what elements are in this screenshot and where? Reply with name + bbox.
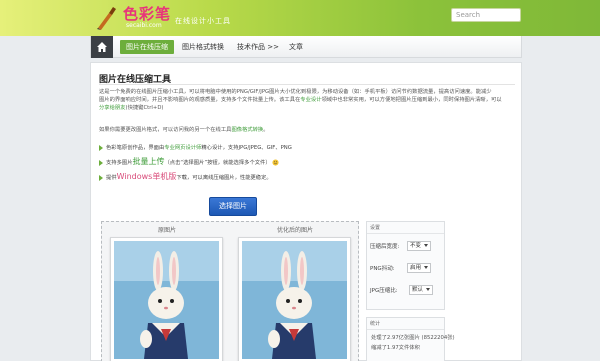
rabbit-photo [114,241,219,359]
site-logo[interactable]: 色彩笔 secaibi.com 在线设计小工具 [95,2,265,34]
nav-item-articles[interactable]: 文章 [289,41,303,54]
width-setting-label: 压缩后宽度: [370,244,400,250]
intro-text-1: 这是一个免费的在线图片压缩小工具，可以将电脑中使用的PNG/GIF/JPG图片大… [99,89,492,95]
bullet-icon [99,174,103,181]
feature-text: （点击“选择图片”按钮，就能选择多个文件） [164,160,271,166]
stats-title: 统计 [367,318,444,330]
bullet-icon [99,159,103,166]
convert-paragraph: 如果你需要更改图片格式，可以访问我的另一个在线工具图像格式转换。 [99,126,515,134]
image-compare-area: 原图片 优化后的图片 [101,221,359,361]
width-select[interactable]: 不变 [407,241,432,251]
original-image [110,237,223,361]
intro-paragraph: 这是一个免费的在线图片压缩小工具，可以将电脑中使用的PNG/GIF/JPG图片大… [99,88,515,112]
chevron-down-icon [424,266,429,269]
feature-text: 支持多图片 [106,160,133,166]
settings-title: 设置 [367,222,444,234]
logo-name: 色彩笔 [123,5,172,23]
intro-text-2c: 领域中也非常实用，可以方便地把图片压缩到最小，同时保持图片清晰，可以 [321,97,502,103]
settings-box: 设置 压缩后宽度: 不变 PNG抖动: 启用 JPG压缩比: 默认 [366,221,445,310]
nav-item-compress[interactable]: 图片在线压缩 [120,40,174,54]
width-select-value: 不变 [410,243,422,249]
logo-domain: secaibi.com [126,22,162,29]
stats-box: 统计 处理了2.97亿张图片 (8522204张) 缩减了1.97文件体积 [366,317,455,361]
windows-download-link[interactable]: Windows单机版 [117,172,177,181]
logo-tagline: 在线设计小工具 [175,17,231,25]
nav-item-works[interactable]: 技术作品 >> [237,41,279,54]
convert-text-end: 。 [263,127,269,133]
convert-link[interactable]: 图像格式转换 [231,127,263,133]
designer-link[interactable]: 专业网页设计师 [164,145,201,151]
stats-line: 处理了2.97亿张图片 (8522204张) [371,335,455,341]
bullet-icon [99,144,103,151]
feature-text: 精心设计，支持JPG/JPEG、GIF、PNG [201,145,292,151]
search-input[interactable]: Search [451,8,521,22]
png-dither-value: 启用 [410,265,422,271]
optimized-image [238,237,351,361]
home-icon [97,42,107,52]
jpg-ratio-label: JPG压缩比: [370,288,398,294]
header-banner: 色彩笔 secaibi.com 在线设计小工具 Search [0,0,600,36]
intro-text-2: 图片的界面响应时间，并且不影响图片的观感质量，支持多个文件批量上传。该工具在 [99,97,301,103]
intro-link-design[interactable]: 专业设计 [300,97,321,103]
smile-icon [272,159,279,166]
png-dither-select[interactable]: 启用 [407,263,432,273]
content-panel: 图片在线压缩工具 这是一个免费的在线图片压缩小工具，可以将电脑中使用的PNG/G… [90,62,522,361]
select-image-button[interactable]: 选择图片 [209,197,257,216]
original-image-label: 原图片 [157,227,176,234]
feature-item: 色彩笔原创作品，界面由专业网页设计师精心设计，支持JPG/JPEG、GIF、PN… [99,143,292,153]
shortcut-hint: (快捷键Ctrl+D) [125,105,164,111]
brush-icon [97,7,116,30]
feature-item: 提供Windows单机版下载，可以离线压缩图片，性能更稳定。 [99,172,272,183]
jpg-ratio-select[interactable]: 默认 [409,285,434,295]
feature-text: 色彩笔原创作品，界面由 [106,145,165,151]
main-nav: 图片在线压缩 图片格式转换 技术作品 >> 文章 [90,36,522,58]
nav-item-convert[interactable]: 图片格式转换 [182,41,224,54]
chevron-down-icon [424,244,429,247]
title-divider [99,84,515,85]
stats-line: 缩减了1.97文件体积 [371,345,420,351]
jpg-ratio-value: 默认 [412,287,424,293]
png-dither-label: PNG抖动: [370,266,395,272]
feature-item: 支持多图片批量上传（点击“选择图片”按钮，就能选择多个文件） [99,157,279,168]
optimized-image-label: 优化后的图片 [276,227,313,234]
rabbit-photo [242,241,347,359]
chevron-down-icon [426,288,431,291]
feature-text: 下载，可以离线压缩图片，性能更稳定。 [176,175,272,181]
feature-text: 提供 [106,175,117,181]
convert-text: 如果你需要更改图片格式，可以访问我的另一个在线工具 [99,127,232,133]
feature-highlight: 批量上传 [132,157,165,166]
share-link[interactable]: 分享给朋友 [99,105,126,111]
home-button[interactable] [91,36,113,58]
